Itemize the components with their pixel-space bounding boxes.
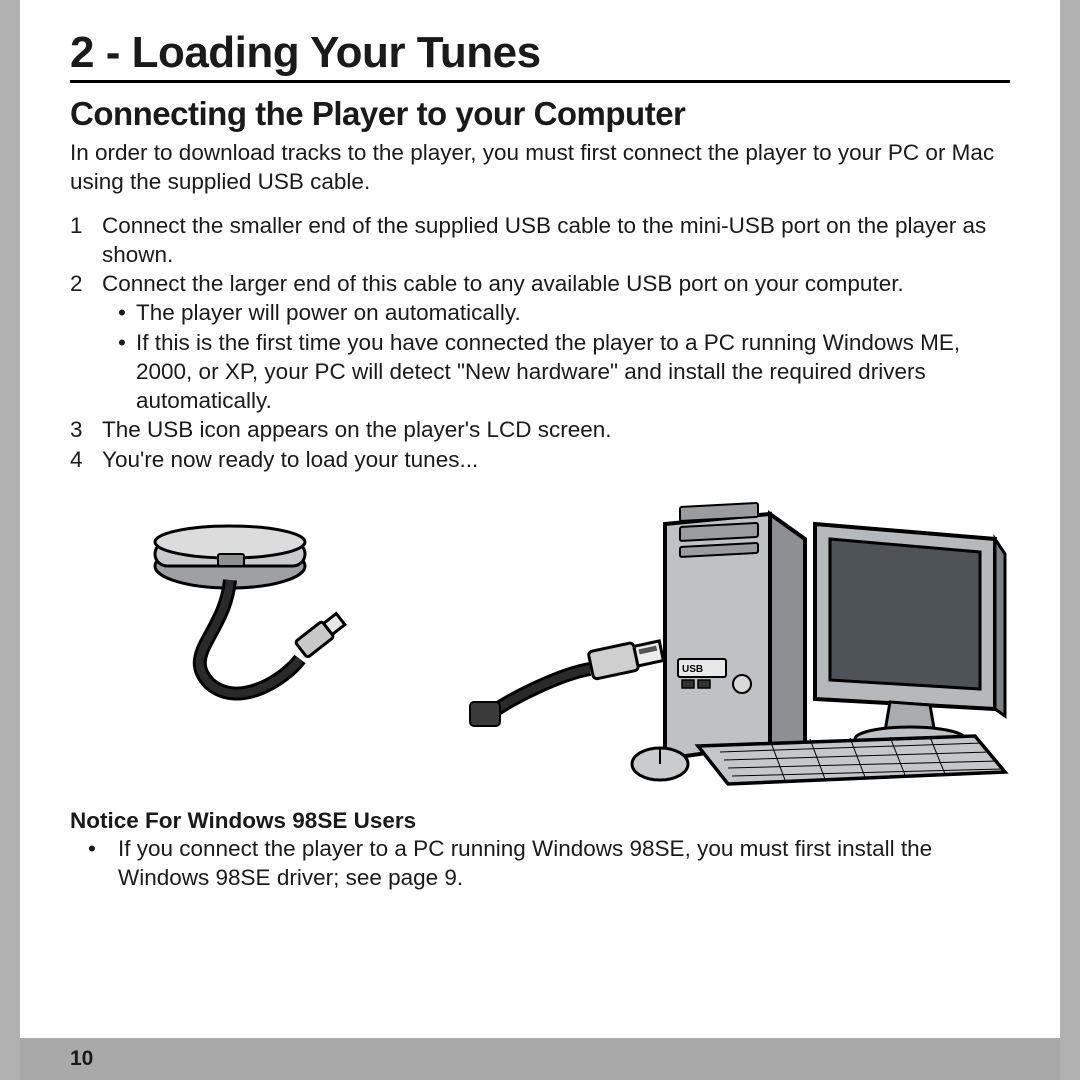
notice-list: If you connect the player to a PC runnin… [70, 834, 1010, 893]
step-item: 3 The USB icon appears on the player's L… [70, 415, 1010, 444]
player-device-icon [155, 526, 305, 588]
step-number: 2 [70, 269, 83, 298]
usb-cable-icon [200, 580, 347, 694]
step-number: 3 [70, 415, 83, 444]
step-number: 1 [70, 211, 83, 240]
notice-item: If you connect the player to a PC runnin… [70, 834, 1010, 893]
usb-port-label: USB [682, 664, 703, 675]
step-item: 4 You're now ready to load your tunes... [70, 445, 1010, 474]
steps-list: 1 Connect the smaller end of the supplie… [70, 211, 1010, 474]
page-number: 10 [20, 1038, 1060, 1080]
usb-cable-to-pc-icon [470, 637, 664, 726]
step-text: Connect the smaller end of the supplied … [102, 213, 986, 267]
intro-paragraph: In order to download tracks to the playe… [70, 139, 1010, 197]
chapter-title: 2 - Loading Your Tunes [70, 28, 1010, 83]
mouse-icon [632, 748, 688, 780]
bullet-item: If this is the first time you have conne… [118, 328, 1010, 416]
keyboard-icon [698, 736, 1005, 784]
bullet-item: The player will power on automatically. [118, 298, 1010, 327]
step-text: You're now ready to load your tunes... [102, 447, 478, 472]
step-item: 1 Connect the smaller end of the supplie… [70, 211, 1010, 270]
monitor-icon [815, 524, 1005, 751]
step-item: 2 Connect the larger end of this cable t… [70, 269, 1010, 415]
step-number: 4 [70, 445, 83, 474]
pc-tower-icon: USB [665, 503, 805, 759]
section-title: Connecting the Player to your Computer [70, 95, 1010, 133]
step-text: The USB icon appears on the player's LCD… [102, 417, 612, 442]
step-text: Connect the larger end of this cable to … [102, 271, 904, 296]
manual-page: 2 - Loading Your Tunes Connecting the Pl… [20, 0, 1060, 1080]
step-sub-bullets: The player will power on automatically. … [118, 298, 1010, 415]
notice-title: Notice For Windows 98SE Users [70, 808, 1010, 834]
connection-illustration: USB [70, 484, 1010, 794]
